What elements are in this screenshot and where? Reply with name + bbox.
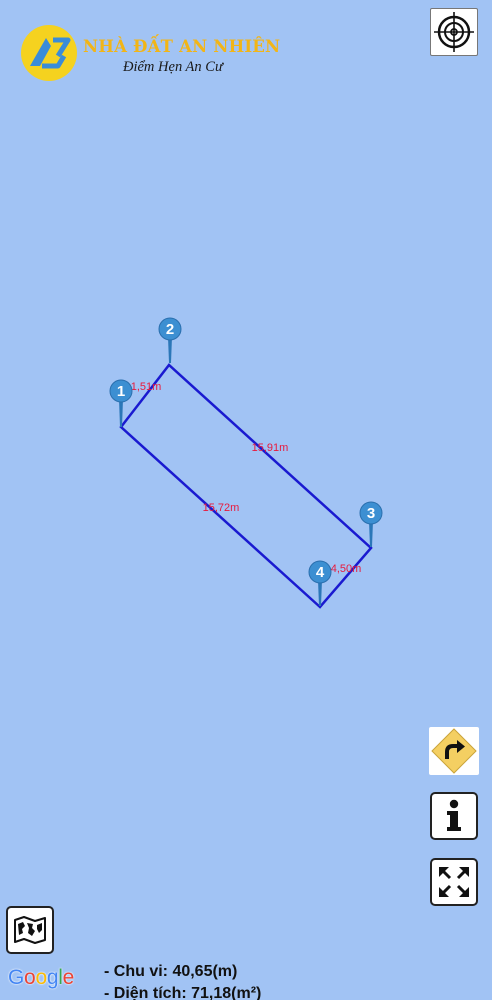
svg-text:3: 3 [367,505,375,522]
edge-label: 15,91m [252,442,289,454]
crosshair-icon [434,12,474,52]
perimeter-text: - Chu vi: 40,65(m) [104,963,238,980]
svg-text:1,51m: 1,51m [131,381,162,393]
direction-button[interactable] [429,727,479,775]
svg-text:4,50m: 4,50m [331,563,362,575]
svg-text:15,91m: 15,91m [252,442,289,454]
edge-label: 15,72m [203,502,240,514]
land-plot-map[interactable]: 1,51m 15,91m 4,50m 15,72m 1 2 3 4 [0,0,492,1000]
edge-label: 1,51m [131,381,162,393]
google-logo: Google [8,966,74,989]
map-type-button[interactable] [6,906,54,954]
map-icon [14,916,46,944]
locate-button[interactable] [430,8,478,56]
fullscreen-button[interactable] [430,858,478,906]
svg-text:1: 1 [117,383,125,400]
map-screen[interactable]: NHÀ ĐẤT AN NHIÊN Điểm Hẹn An Cư 1,51m 15… [0,0,492,1000]
svg-text:4: 4 [316,564,325,581]
plot-stats: - Chu vi: 40,65(m) - Diện tích: 71,18(m²… [104,961,261,1000]
edge-label: 4,50m [331,563,362,575]
info-icon [447,799,461,831]
area-text: - Diện tích: 71,18(m²) [104,985,262,1000]
svg-text:2: 2 [166,321,174,338]
vertex-marker-1[interactable]: 1 [109,379,133,427]
info-button[interactable] [430,792,478,840]
expand-arrows-icon [439,867,469,897]
svg-text:15,72m: 15,72m [203,502,240,514]
turn-right-sign-icon [431,728,477,774]
vertex-marker-2[interactable]: 2 [158,317,182,363]
